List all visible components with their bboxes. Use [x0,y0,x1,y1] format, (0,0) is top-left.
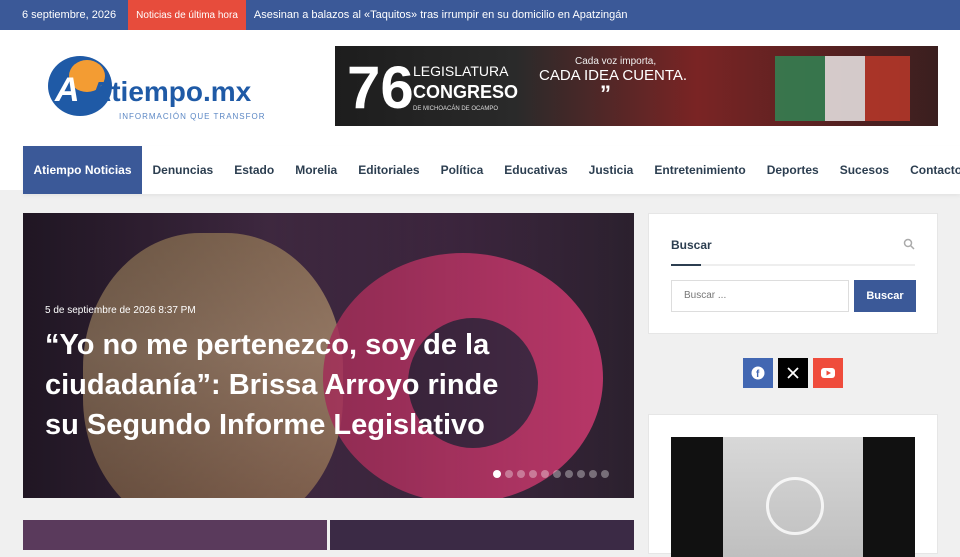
slider-dot[interactable] [541,470,549,478]
site-logo[interactable]: A Atiempo.mx INFORMACIÓN QUE TRANSFORMA [35,46,279,126]
news-thumb[interactable] [330,520,634,550]
slider-dot[interactable] [589,470,597,478]
nav-item[interactable]: Contacto [900,146,960,194]
divider [671,264,915,266]
nav-item[interactable]: Justicia [578,146,644,194]
breaking-news-ticker[interactable]: Asesinan a balazos al «Taquitos» tras ir… [254,9,628,21]
slider-dot[interactable] [529,470,537,478]
nav-item[interactable]: Deportes [756,146,829,194]
nav-item[interactable]: Entretenimiento [644,146,756,194]
slider-dot[interactable] [505,470,513,478]
slider-dot[interactable] [493,470,501,478]
current-date: 6 septiembre, 2026 [22,9,117,21]
play-icon[interactable] [766,477,824,535]
slider-dot[interactable] [517,470,525,478]
search-button[interactable]: Buscar [854,280,916,312]
slider-dot[interactable] [565,470,573,478]
video-widget [648,414,938,557]
search-icon [903,238,917,252]
search-widget: Buscar Buscar ... Buscar [648,213,938,334]
svg-text:INFORMACIÓN QUE TRANSFORMA: INFORMACIÓN QUE TRANSFORMA [119,112,265,121]
svg-text:A: A [54,71,80,109]
story-date: 5 de septiembre de 2026 8:37 PM [45,305,196,316]
search-widget-title: Buscar [671,238,712,252]
facebook-icon[interactable]: f [743,358,773,388]
svg-text:CADA IDEA CUENTA.: CADA IDEA CUENTA. [539,67,687,84]
nav-item[interactable]: Educativas [494,146,578,194]
nav-item[interactable]: Editoriales [348,146,430,194]
nav-item[interactable]: Sucesos [829,146,899,194]
slider-dot[interactable] [553,470,561,478]
nav-item[interactable]: Denuncias [142,146,224,194]
svg-text:76: 76 [347,54,414,121]
video-player[interactable] [671,437,915,557]
nav-item[interactable]: Morelia [285,146,348,194]
search-input[interactable]: Buscar ... [671,280,849,312]
logo-text: Atiempo.mx [91,76,252,107]
ad-banner[interactable]: 76 LEGISLATURA CONGRESO DE MICHOACÁN DE … [335,46,938,126]
main-navigation: Atiempo Noticias Denuncias Estado Morelia Ed… [23,146,960,194]
svg-text:CONGRESO: CONGRESO [413,82,518,102]
story-title[interactable]: “Yo no me pertenezco, soy de la ciudadan… [45,325,505,445]
x-icon[interactable] [778,358,808,388]
slider-dot[interactable] [601,470,609,478]
youtube-icon[interactable] [813,358,843,388]
featured-story[interactable]: 5 de septiembre de 2026 8:37 PM “Yo no m… [23,213,634,498]
breaking-news-label: Noticias de última hora [128,0,246,30]
nav-item[interactable]: Estado [224,146,285,194]
svg-text:DE MICHOACÁN DE OCAMPO: DE MICHOACÁN DE OCAMPO [413,105,498,112]
svg-text:Cada voz importa,: Cada voz importa, [575,56,656,67]
slider-dot[interactable] [577,470,585,478]
nav-item[interactable]: Política [430,146,494,194]
nav-item[interactable]: Atiempo Noticias [23,146,143,194]
top-bar: 6 septiembre, 2026 Noticias de última ho… [0,0,960,30]
svg-text:”: ” [600,81,611,106]
svg-text:LEGISLATURA: LEGISLATURA [413,63,509,79]
slider-dots [493,470,609,478]
news-thumb[interactable] [23,520,327,550]
